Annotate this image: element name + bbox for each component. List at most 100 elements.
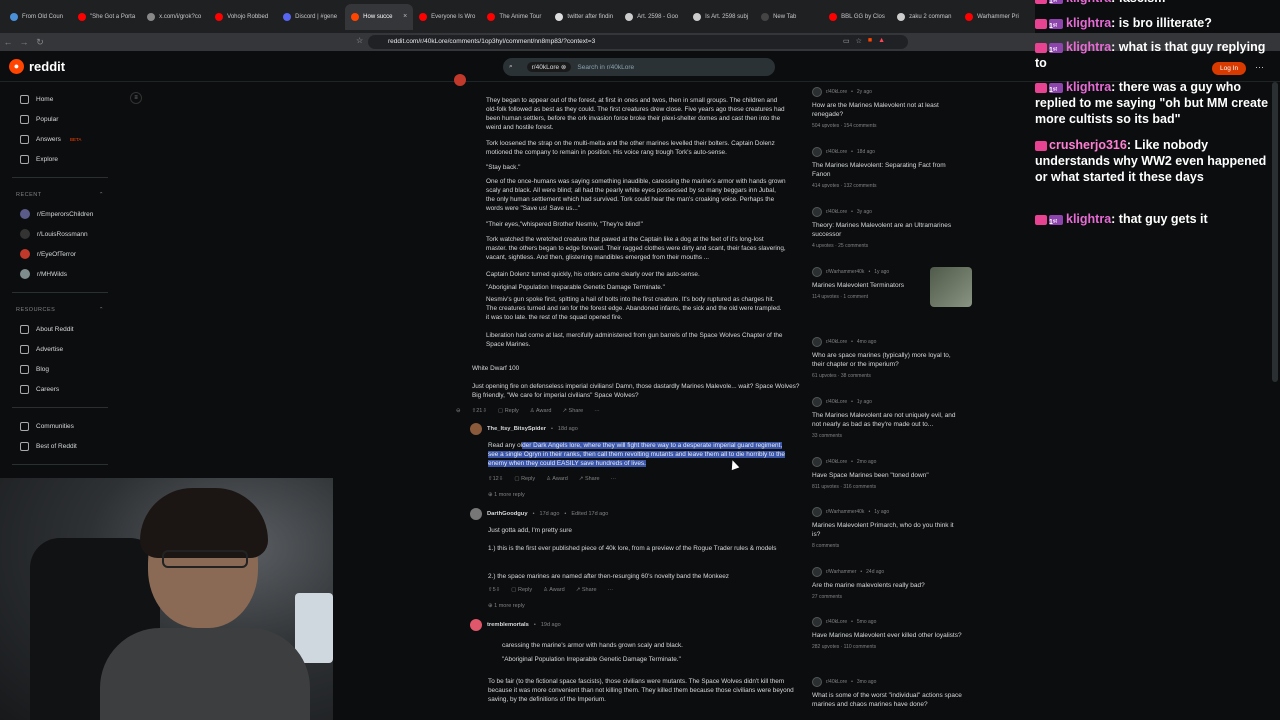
more-actions-icon[interactable]: ··· [611,475,617,484]
related-subreddit[interactable]: r/40kLore [826,679,847,685]
more-actions-icon[interactable]: ··· [608,586,614,595]
recent-subreddit-item[interactable]: r/MHWilds [0,264,120,284]
related-post[interactable]: r/Warhammer • 24d ago Are the marine malevo… [812,567,977,600]
related-post-title[interactable]: Who are space marines (typically) more l… [812,351,962,369]
related-post-title[interactable]: What is some of the worst "individual" a… [812,691,962,709]
chat-username[interactable]: crusherjo316 [1049,138,1127,152]
related-post[interactable]: r/40kLore • 4mo ago Who are space marines (… [812,337,977,379]
browser-tab[interactable]: From Old Coun [4,4,72,30]
collapse-thread-icon[interactable]: ⊖ [456,407,461,416]
reload-icon[interactable]: ↻ [32,37,48,48]
more-actions-icon[interactable]: ··· [594,407,600,416]
chat-username[interactable]: klightra [1066,212,1111,226]
downvote-icon[interactable]: ⇩ [499,476,504,482]
chat-username[interactable]: klightra [1066,80,1111,94]
sidebar-item-explore[interactable]: Explore [0,149,120,169]
more-replies-link[interactable]: ⊕ 1 more reply [488,602,525,611]
browser-tab[interactable]: Vohojo Robbed [209,4,277,30]
related-post-title[interactable]: Theory: Marines Malevolent are an Ultram… [812,221,962,239]
recent-section-header[interactable]: RECENT ⌃ [0,186,120,204]
post-author-avatar[interactable] [454,74,466,86]
related-subreddit[interactable]: r/Warhammer40k [826,269,864,275]
sidebar-extra-item[interactable]: Best of Reddit [0,436,120,456]
browser-tab[interactable]: "She Got a Porta [72,4,141,30]
back-icon[interactable]: ← [0,37,16,47]
browser-tab[interactable]: How succe × [345,3,414,30]
browser-tab[interactable]: zaku 2 comman [891,4,959,30]
resource-item[interactable]: Careers [0,379,120,399]
collapse-sidebar-icon[interactable]: ≡ [130,92,142,104]
recent-subreddit-item[interactable]: r/LouisRossmann [0,224,120,244]
share-button[interactable]: ↗ Share [576,586,597,595]
award-button[interactable]: ♙ Award [543,586,565,595]
related-subreddit[interactable]: r/40kLore [826,459,847,465]
browser-tab[interactable]: Art. 2598 - Goo [619,4,687,30]
related-post-title[interactable]: Have Space Marines been "toned down" [812,471,962,480]
related-subreddit[interactable]: r/Warhammer [826,569,856,575]
related-post[interactable]: r/40kLore • 18d ago The Marines Malevolent:… [812,147,977,189]
related-post[interactable]: r/40kLore • 2y ago How are the Marines Male… [812,87,977,129]
comment-author[interactable]: tremblemortals [487,621,529,630]
related-post-title[interactable]: Have Marines Malevolent ever killed othe… [812,631,962,640]
sidebar-extra-item[interactable]: Communities [0,416,120,436]
related-subreddit[interactable]: r/40kLore [826,399,847,405]
chevron-up-icon[interactable]: ⌃ [99,307,104,313]
related-subreddit[interactable]: r/40kLore [826,209,847,215]
resource-item[interactable]: About Reddit [0,319,120,339]
related-post[interactable]: r/40kLore • 3mo ago What is some of the wor… [812,677,977,709]
sidebar-item-answers[interactable]: Answers BETA [0,129,120,149]
related-post-title[interactable]: How are the Marines Malevolent not at le… [812,101,962,119]
chat-username[interactable]: klightra [1066,40,1111,54]
browser-tab[interactable]: The Anime Tour [481,4,549,30]
share-button[interactable]: ↗ Share [562,407,583,416]
browser-tab[interactable]: BBL GG by Clos [823,4,891,30]
recent-subreddit-item[interactable]: r/EyeOfTerror [0,244,120,264]
forward-icon[interactable]: → [16,37,32,47]
reply-button[interactable]: ▢ Reply [498,407,519,416]
search-subreddit-chip[interactable]: r/40kLore ⊗ [526,62,572,72]
chat-username[interactable]: klightra [1066,0,1111,5]
related-post[interactable]: r/40kLore • 2mo ago Have Space Marines been… [812,457,977,490]
comment-author-avatar[interactable] [470,619,482,631]
star-icon[interactable]: ☆ [856,37,862,45]
more-replies-link[interactable]: ⊕ 1 more reply [488,491,525,500]
award-button[interactable]: ♙ Award [530,407,552,416]
related-post-title[interactable]: The Marines Malevolent: Separating Fact … [812,161,962,179]
resources-section-header[interactable]: RESOURCES ⌃ [0,301,120,319]
related-post-title[interactable]: The Marines Malevolent are not uniquely … [812,411,962,429]
browser-tab[interactable]: New Tab [755,4,823,30]
browser-tab[interactable]: twitter after findin [549,4,619,30]
recent-subreddit-item[interactable]: r/EmperorsChildren [0,204,120,224]
bookmark-icon[interactable]: ☆ [356,36,363,45]
award-button[interactable]: ♙ Award [546,475,568,484]
resource-item[interactable]: Blog [0,359,120,379]
downvote-icon[interactable]: ⇩ [482,408,487,414]
related-post-thumbnail[interactable] [930,267,972,307]
browser-tab[interactable]: Everyone Is Wro [413,4,481,30]
related-subreddit[interactable]: r/40kLore [826,619,847,625]
cast-icon[interactable]: ▭ [843,37,850,45]
downvote-icon[interactable]: ⇩ [496,587,501,593]
browser-tab[interactable]: x.com/i/grok?co [141,4,209,30]
related-post[interactable]: r/40kLore • 5mo ago Have Marines Malevolent… [812,617,977,650]
comment-author-avatar[interactable] [470,508,482,520]
browser-tab[interactable]: Discord | #gene [277,4,345,30]
related-post-title[interactable]: Are the marine malevolents really bad? [812,581,962,590]
related-subreddit[interactable]: r/40kLore [826,89,847,95]
comment-author[interactable]: DarthGoodguy [487,510,528,519]
related-post[interactable]: r/40kLore • 3y ago Theory: Marines Malevole… [812,207,977,249]
related-post[interactable]: r/40kLore • 1y ago The Marines Malevolent a… [812,397,977,439]
comment-author-avatar[interactable] [470,423,482,435]
url-field[interactable]: reddit.com/r/40kLore/comments/1op3hyl/co… [368,35,908,49]
browser-tab[interactable]: Warhammer Pri [959,4,1027,30]
tab-close-icon[interactable]: × [403,13,407,20]
chat-username[interactable]: klightra [1066,16,1111,30]
alert-icon[interactable]: ▲ [878,37,885,45]
resource-item[interactable]: Advertise [0,339,120,359]
chip-close-icon[interactable]: ⊗ [561,64,566,71]
browser-tab[interactable]: Is Art. 2598 subj [687,4,755,30]
related-subreddit[interactable]: r/40kLore [826,149,847,155]
related-post-title[interactable]: Marines Malevolent Primarch, who do you … [812,521,962,539]
reply-button[interactable]: ▢ Reply [514,475,535,484]
comment-author[interactable]: The_Itsy_BitsySpider [487,425,546,434]
